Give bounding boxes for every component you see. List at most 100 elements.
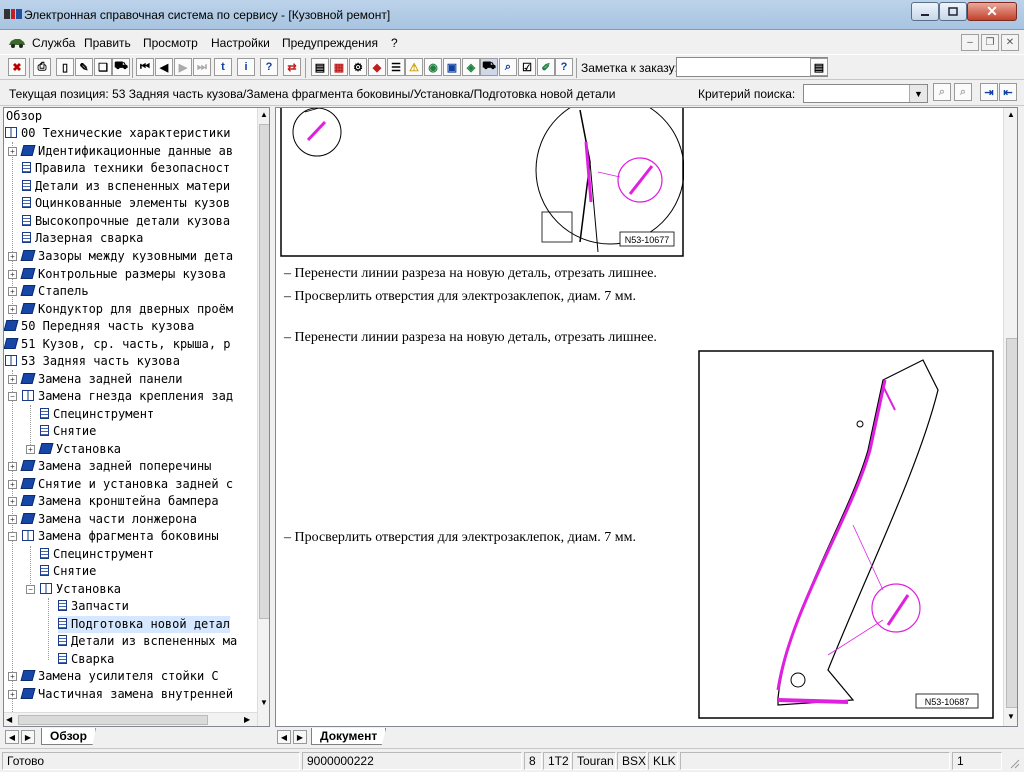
scroll-up-icon[interactable]: ▲	[260, 110, 268, 119]
tree-horizontal-scrollbar[interactable]: ◀ ▶	[4, 712, 257, 726]
tree-item[interactable]: 53 Задняя часть кузова	[5, 353, 180, 370]
tree-item[interactable]: Замена части лонжерона	[20, 511, 197, 528]
expand-icon[interactable]: +	[8, 515, 17, 524]
up-level-icon[interactable]: t	[214, 58, 232, 76]
tree-item[interactable]: Детали из вспененных ма	[58, 633, 237, 650]
tree-item[interactable]: Замена задней поперечины	[20, 458, 211, 475]
search-next-icon[interactable]: ⌕	[954, 83, 972, 101]
scroll-down-icon[interactable]: ▼	[260, 698, 268, 707]
order-note-input[interactable]	[676, 57, 828, 77]
document-icon[interactable]: ▣	[443, 58, 461, 76]
scroll-right-icon[interactable]: ▶	[244, 715, 254, 725]
collapse-icon[interactable]: −	[8, 532, 17, 541]
book-icon[interactable]: ▤	[311, 58, 329, 76]
wiring-icon[interactable]: ⚙	[349, 58, 367, 76]
tab-prev-icon[interactable]: ◀	[277, 730, 291, 744]
tree-item[interactable]: 51 Кузов, ср. часть, крыша, р	[4, 336, 231, 353]
globe-icon[interactable]: ◉	[424, 58, 442, 76]
menu-edit[interactable]: Править	[84, 36, 131, 50]
tool-icon[interactable]: ◈	[462, 58, 480, 76]
collapse-icon[interactable]: −	[8, 392, 17, 401]
tree-item[interactable]: Снятие и установка задней с	[20, 476, 233, 493]
tree-item[interactable]: Установка	[40, 581, 121, 598]
info-icon[interactable]: i	[237, 58, 255, 76]
mdi-close-button[interactable]: ✕	[1001, 34, 1019, 51]
scroll-down-icon[interactable]: ▼	[1007, 712, 1015, 721]
tab-next-icon[interactable]: ▶	[21, 730, 35, 744]
expand-icon[interactable]: +	[8, 147, 17, 156]
list-icon[interactable]: ☰	[387, 58, 405, 76]
close-button[interactable]: ✕	[967, 2, 1017, 21]
minimize-button[interactable]	[911, 2, 939, 21]
scroll-up-icon[interactable]: ▲	[1007, 110, 1015, 119]
tree-item[interactable]: Замена гнезда крепления зад	[22, 388, 233, 405]
scrollbar-thumb[interactable]	[259, 124, 269, 619]
checklist-icon[interactable]: ☑	[518, 58, 536, 76]
tree-item[interactable]: Зазоры между кузовными дета	[20, 248, 233, 265]
tab-prev-icon[interactable]: ◀	[5, 730, 19, 744]
chevron-down-icon[interactable]: ▼	[909, 85, 927, 102]
tree-item[interactable]: Детали из вспененных матери	[22, 178, 230, 195]
maximize-button[interactable]	[939, 2, 967, 21]
copy-icon[interactable]: ❏	[94, 58, 112, 76]
tab-document[interactable]: Документ	[311, 728, 387, 745]
expand-icon[interactable]: ⇥	[980, 83, 998, 101]
vehicle-icon[interactable]: ⛟	[112, 58, 130, 76]
workshop-icon[interactable]: ◆	[368, 58, 386, 76]
tree-vertical-scrollbar[interactable]: ▲ ▼	[257, 108, 269, 726]
menu-help[interactable]: ?	[391, 36, 398, 50]
expand-icon[interactable]: +	[8, 375, 17, 384]
collapse-icon[interactable]: ⇤	[999, 83, 1017, 101]
body-repair-icon[interactable]: ⛟	[480, 58, 498, 76]
menu-service[interactable]: Служба	[32, 36, 75, 50]
tree-item-selected[interactable]: Подготовка новой детал	[58, 616, 230, 633]
tree-item[interactable]: 00 Технические характеристики	[5, 125, 231, 142]
tree-item[interactable]: Замена фрагмента боковины	[22, 528, 219, 545]
menu-view[interactable]: Просмотр	[143, 36, 198, 50]
first-page-icon[interactable]: ⏮	[136, 58, 154, 76]
last-page-icon[interactable]: ⏭	[193, 58, 211, 76]
expand-icon[interactable]: +	[8, 690, 17, 699]
prev-page-icon[interactable]: ◀	[155, 58, 173, 76]
mdi-minimize-button[interactable]: –	[961, 34, 979, 51]
tree-item[interactable]: Специнструмент	[40, 546, 154, 563]
overview-tree[interactable]: Обзор 00 Технические характеристики + Ид…	[3, 107, 270, 727]
resize-grip-icon[interactable]	[1008, 757, 1020, 769]
tree-item[interactable]: Частичная замена внутренней	[20, 686, 233, 703]
tree-item[interactable]: Снятие	[40, 563, 96, 580]
expand-icon[interactable]: +	[8, 270, 17, 279]
note-edit-icon[interactable]: ▤	[810, 58, 828, 76]
new-page-icon[interactable]: ▯	[56, 58, 74, 76]
menu-warnings[interactable]: Предупреждения	[282, 36, 378, 50]
tree-item[interactable]: Правила техники безопасност	[22, 160, 230, 177]
document-vertical-scrollbar[interactable]: ▲ ▼	[1003, 108, 1017, 726]
context-help-icon[interactable]: ?	[555, 58, 573, 76]
notes-icon[interactable]: ✐	[537, 58, 555, 76]
tree-item[interactable]: Стапель	[20, 283, 89, 300]
collapse-icon[interactable]: −	[26, 585, 35, 594]
tree-item[interactable]: Сварка	[58, 651, 114, 668]
search-vehicle-icon[interactable]: ⌕	[499, 58, 517, 76]
tree-item[interactable]: Контрольные размеры кузова	[20, 266, 226, 283]
help-icon[interactable]: ?	[260, 58, 278, 76]
tree-item[interactable]: Замена усилителя стойки С	[20, 668, 219, 685]
tree-item[interactable]: Снятие	[40, 423, 96, 440]
repair-manual-icon[interactable]: ▦	[330, 58, 348, 76]
tree-item[interactable]: Замена задней панели	[20, 371, 183, 388]
tree-item[interactable]: Замена кронштейна бампера	[20, 493, 219, 510]
expand-icon[interactable]: +	[8, 480, 17, 489]
swap-icon[interactable]: ⇄	[283, 58, 301, 76]
tree-item[interactable]: Лазерная сварка	[22, 230, 143, 247]
menu-settings[interactable]: Настройки	[211, 36, 270, 50]
search-icon[interactable]: ⌕	[933, 83, 951, 101]
warning-icon[interactable]: ⚠	[405, 58, 423, 76]
print-icon[interactable]: ⎙	[33, 58, 51, 76]
scroll-left-icon[interactable]: ◀	[6, 715, 16, 725]
expand-icon[interactable]: +	[8, 672, 17, 681]
next-page-icon[interactable]: ▶	[174, 58, 192, 76]
expand-icon[interactable]: +	[8, 305, 17, 314]
expand-icon[interactable]: +	[8, 497, 17, 506]
tree-item[interactable]: Запчасти	[58, 598, 129, 615]
tree-item[interactable]: Высокопрочные детали кузова	[22, 213, 230, 230]
tree-item[interactable]: Специнструмент	[40, 406, 154, 423]
